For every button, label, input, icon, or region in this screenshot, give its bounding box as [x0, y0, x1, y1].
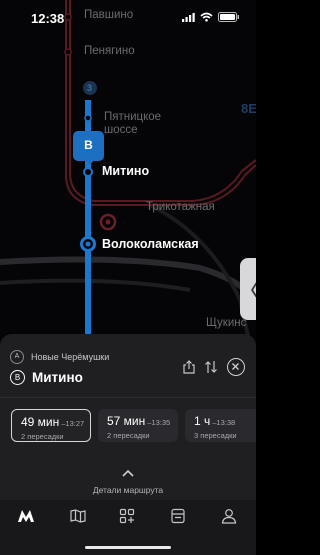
profile-icon: [221, 509, 237, 524]
origin-badge: A: [10, 350, 24, 364]
pin-label: B: [84, 138, 93, 152]
tab-tickets[interactable]: [168, 506, 188, 526]
route-transfers: 2 пересадки: [107, 431, 150, 440]
route-duration: 57 мин: [107, 414, 146, 428]
signal-icon: [182, 13, 195, 22]
route-arrival: –13:35: [147, 418, 171, 427]
home-indicator: [85, 546, 171, 549]
station-label-trikotazhnaya[interactable]: Трикотажная: [146, 201, 215, 214]
route-details-link[interactable]: Детали маршрута: [0, 485, 256, 495]
route-option-3[interactable]: 1 ч –13:38 3 пересадки: [185, 409, 256, 442]
chevron-up-icon[interactable]: [121, 468, 135, 478]
map-icon: [70, 509, 86, 523]
origin-station: Новые Черёмушки: [31, 352, 110, 362]
share-button[interactable]: [180, 358, 198, 376]
route-arrival: –13:38: [212, 418, 236, 427]
metro-map[interactable]: Павшино Пенягино 3 Пятницкое шоссе 8Е Ми…: [0, 0, 256, 345]
station-label-penyagino[interactable]: Пенягино: [84, 45, 135, 58]
tab-metro[interactable]: [16, 506, 36, 526]
station-label-shchukinskaya[interactable]: Щукинс: [206, 317, 246, 330]
tab-profile[interactable]: [219, 506, 239, 526]
route-arrival: –13:27: [61, 419, 85, 428]
route-option-2[interactable]: 57 мин –13:35 2 пересадки: [98, 409, 178, 442]
swap-icon: [205, 361, 217, 373]
route-duration: 49 мин: [21, 415, 60, 429]
route-option-1[interactable]: 49 мин –13:27 2 пересадки: [11, 409, 91, 442]
status-time: 12:38: [31, 11, 65, 26]
destination-pin[interactable]: B: [73, 131, 104, 161]
side-panel-handle[interactable]: 〈: [240, 258, 256, 320]
share-icon: [183, 360, 195, 374]
chevron-left-icon: 〈: [242, 277, 256, 301]
tab-services[interactable]: [117, 506, 137, 526]
swap-route-button[interactable]: [202, 358, 220, 376]
line-number-badge: 3: [87, 83, 93, 93]
status-bar: 12:38: [0, 0, 256, 32]
station-label-pyatnitskoe[interactable]: Пятницкое шоссе: [104, 111, 161, 137]
pin-tail: [86, 160, 94, 165]
map-edge-text: 8Е: [241, 101, 256, 116]
close-icon: [232, 363, 239, 370]
route-origin[interactable]: A Новые Черёмушки: [10, 350, 109, 364]
battery-icon: [218, 12, 239, 22]
metro-logo-icon: [18, 510, 34, 522]
wifi-icon: [200, 12, 213, 22]
route-transfers: 2 пересадки: [21, 432, 64, 441]
route-duration: 1 ч: [194, 414, 211, 428]
station-label-mitino[interactable]: Митино: [102, 165, 149, 178]
services-icon: [119, 508, 135, 524]
destination-station: Митино: [32, 369, 83, 385]
route-transfers: 3 пересадки: [194, 431, 237, 440]
panel-divider: [0, 397, 256, 398]
close-route-button[interactable]: [227, 358, 245, 376]
station-label-volokolamskaya[interactable]: Волоколамская: [102, 238, 199, 251]
route-destination[interactable]: B Митино: [10, 368, 83, 386]
tickets-icon: [171, 508, 185, 524]
tab-map[interactable]: [68, 506, 88, 526]
app-screen: Павшино Пенягино 3 Пятницкое шоссе 8Е Ми…: [0, 0, 256, 555]
destination-badge: B: [10, 369, 25, 385]
